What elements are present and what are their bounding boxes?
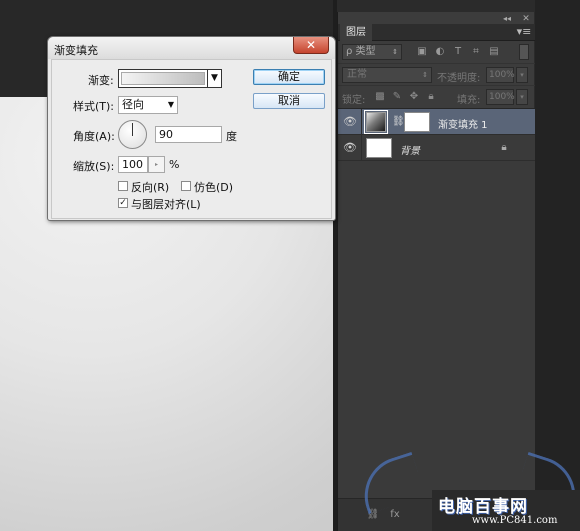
watermark-title: 电脑百事网: [438, 497, 528, 517]
visibility-eye-icon[interactable]: 👁︎: [343, 116, 357, 128]
opacity-label: 不透明度:: [437, 73, 481, 84]
style-select[interactable]: 径向 ▼: [118, 96, 178, 114]
shape-filter-icon[interactable]: ⌗: [470, 46, 482, 58]
close-button[interactable]: ✕: [293, 37, 329, 54]
chevron-down-icon: ⇕: [392, 48, 398, 56]
angle-label: 角度(A):: [73, 130, 115, 143]
reverse-checkbox[interactable]: [118, 181, 128, 191]
collapse-panel-icon[interactable]: ◂◂: [500, 14, 514, 24]
opacity-dropdown[interactable]: ▾: [516, 67, 528, 83]
opacity-input[interactable]: 100%: [486, 67, 515, 83]
mask-thumbnail[interactable]: [404, 112, 430, 132]
divider: [361, 135, 362, 161]
dialog-body: 渐变: ▼ 样式(T): 径向 ▼ 角度(A): 90 度 缩放(S): 100…: [51, 59, 332, 219]
style-label: 样式(T):: [73, 100, 115, 113]
lock-icon: 🔒︎: [501, 142, 507, 153]
type-filter-icon[interactable]: T: [452, 46, 464, 58]
filter-row: ρ 类型 ⇕ ▣ ◐ T ⌗ ▤: [338, 41, 535, 63]
filter-kind-value: ρ 类型: [346, 46, 376, 57]
watermark-url: www.PC841.com: [472, 515, 558, 526]
ok-button[interactable]: 确定: [253, 69, 325, 85]
gradient-swatch[interactable]: [121, 72, 205, 85]
fill-label: 填充:: [457, 95, 481, 106]
close-panel-icon[interactable]: ✕: [520, 14, 532, 24]
pixel-filter-icon[interactable]: ▣: [416, 46, 428, 58]
angle-needle: [132, 123, 133, 136]
align-with-layer-label: 与图层对齐(L): [131, 198, 201, 211]
lock-transparency-icon[interactable]: ▩: [374, 91, 386, 103]
lock-position-icon[interactable]: ✥: [408, 91, 420, 103]
gradient-thumbnail[interactable]: [366, 112, 386, 132]
lock-brush-icon[interactable]: ✎: [391, 91, 403, 103]
scale-stepper[interactable]: ▸: [148, 156, 165, 173]
wing-logo-left: [354, 451, 426, 515]
lock-all-icon[interactable]: 🔒︎: [425, 91, 437, 103]
adjustment-filter-icon[interactable]: ◐: [434, 46, 446, 58]
layer-list: 👁︎ ⛓︎ 渐变填充 1 👁︎ 背景 🔒︎: [338, 108, 535, 498]
divider: [361, 109, 362, 135]
filter-toggle[interactable]: [519, 44, 529, 60]
blend-mode-value: 正常: [347, 69, 367, 80]
scale-input[interactable]: 100: [118, 156, 148, 173]
layer-row-background[interactable]: 👁︎ 背景 🔒︎: [338, 135, 535, 161]
dither-label: 仿色(D): [194, 181, 234, 194]
dither-checkbox[interactable]: [181, 181, 191, 191]
scale-label: 缩放(S):: [73, 160, 115, 173]
scale-unit: %: [169, 158, 180, 171]
blend-row: 正常 ⇕ 不透明度: 100% ▾: [338, 63, 535, 85]
visibility-eye-icon[interactable]: 👁︎: [343, 142, 357, 154]
chevron-down-icon: ▼: [167, 100, 174, 109]
layer-row-gradient-fill[interactable]: 👁︎ ⛓︎ 渐变填充 1: [338, 109, 535, 135]
angle-input[interactable]: 90: [155, 126, 222, 143]
layer-name: 背景: [400, 146, 420, 157]
watermark: 电脑百事网 www.PC841.com: [354, 451, 580, 531]
link-chain-icon[interactable]: ⛓︎: [392, 115, 405, 129]
background-thumbnail[interactable]: [366, 138, 392, 158]
dialog-titlebar[interactable]: 渐变填充 ✕: [48, 37, 335, 59]
layer-name: 渐变填充 1: [438, 120, 488, 131]
chevron-down-icon: ⇕: [422, 71, 428, 79]
lock-row: 锁定: ▩ ✎ ✥ 🔒︎ 填充: 100% ▾: [338, 85, 535, 107]
gradient-picker[interactable]: ▼: [118, 69, 222, 88]
style-value: 径向: [122, 98, 144, 111]
gradient-label: 渐变:: [88, 74, 114, 87]
angle-unit: 度: [226, 130, 237, 143]
gradient-fill-dialog: 渐变填充 ✕ 渐变: ▼ 样式(T): 径向 ▼ 角度(A): 90 度 缩放(…: [47, 36, 336, 221]
gradient-dropdown-arrow[interactable]: ▼: [207, 70, 221, 87]
panel-menu-icon[interactable]: ▾≡: [516, 25, 532, 39]
fill-dropdown[interactable]: ▾: [516, 89, 528, 105]
align-with-layer-checkbox[interactable]: ✓: [118, 198, 128, 208]
fill-input[interactable]: 100%: [486, 89, 515, 105]
cancel-button[interactable]: 取消: [253, 93, 325, 109]
tab-layers[interactable]: 图层: [340, 24, 372, 41]
angle-dial[interactable]: [118, 120, 147, 149]
blend-mode-select[interactable]: 正常 ⇕: [342, 67, 432, 83]
dialog-title: 渐变填充: [54, 44, 98, 57]
panel-header: 图层 ▾≡: [338, 24, 535, 41]
filter-kind-select[interactable]: ρ 类型 ⇕: [342, 44, 402, 60]
watermark-box: 电脑百事网 www.PC841.com: [432, 490, 580, 531]
reverse-label: 反向(R): [131, 181, 170, 194]
smart-object-filter-icon[interactable]: ▤: [488, 46, 500, 58]
lock-label: 锁定:: [342, 95, 366, 106]
